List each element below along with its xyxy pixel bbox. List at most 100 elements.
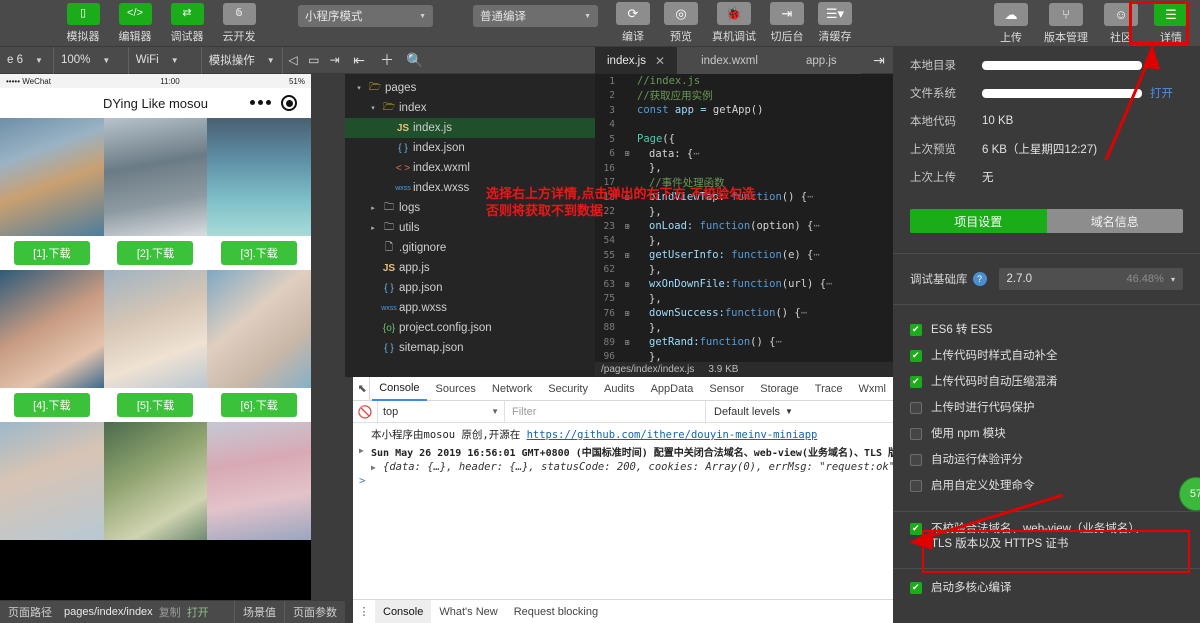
close-icon[interactable]: ✕: [655, 54, 665, 68]
devtools-tab-sensor[interactable]: Sensor: [702, 377, 751, 401]
toolbar-button-simulator[interactable]: ▯ 模拟器: [62, 3, 104, 44]
tree-item-app-json[interactable]: { }app.json: [345, 278, 595, 298]
help-icon[interactable]: ?: [973, 272, 987, 286]
photo-thumbnail[interactable]: [104, 422, 208, 540]
toolbar-action-compile[interactable]: ⟳ 编译: [612, 2, 654, 44]
code-editor[interactable]: 1//index.js2//获取应用实例3const app = getApp(…: [595, 74, 893, 377]
fold-toggle-icon[interactable]: ⊞: [621, 338, 633, 347]
devtools-tab-console[interactable]: Console: [372, 377, 426, 401]
tree-item-project-config-json[interactable]: {o}project.config.json: [345, 318, 595, 338]
tree-item-index-wxml[interactable]: < >index.wxml: [345, 158, 595, 178]
tree-item-app-js[interactable]: JSapp.js: [345, 258, 595, 278]
tree-item-pages[interactable]: ▾🗁pages: [345, 78, 595, 98]
toolbar-button-editor[interactable]: </> 编辑器: [114, 3, 156, 44]
clear-console-icon[interactable]: 🚫: [353, 405, 377, 419]
devtools-tab-appdata[interactable]: AppData: [644, 377, 701, 401]
tree-item-index[interactable]: ▾🗁index: [345, 98, 595, 118]
toolbar-action-preview[interactable]: ◎ 预览: [660, 2, 702, 44]
option-row[interactable]: 使用 npm 模块: [893, 427, 1200, 453]
tree-item-index-js[interactable]: JSindex.js: [345, 118, 595, 138]
photo-thumbnail[interactable]: [0, 118, 104, 236]
drawer-tab-what-s-new[interactable]: What's New: [431, 600, 505, 623]
console-log-row[interactable]: ▶ {data: {…}, header: {…}, statusCode: 2…: [353, 460, 893, 474]
add-file-icon[interactable]: ＋: [373, 47, 401, 74]
devtools-tab-trace[interactable]: Trace: [808, 377, 850, 401]
mode-select[interactable]: 小程序模式 ▼: [298, 5, 433, 27]
photo-thumbnail[interactable]: [207, 422, 311, 540]
toolbar-button-debugger[interactable]: ⇄ 调试器: [166, 3, 208, 44]
toolbar-action-version-control[interactable]: ⑂ 版本管理: [1040, 3, 1092, 45]
option-row[interactable]: 上传代码时自动压缩混淆: [893, 375, 1200, 401]
tree-item-index-wxss[interactable]: wxssindex.wxss: [345, 178, 595, 198]
console-message-link[interactable]: https://github.com/ithere/douyin-meinv-m…: [527, 429, 818, 441]
compile-select[interactable]: 普通编译 ▼: [473, 5, 598, 27]
network-select[interactable]: WiFi ▼: [129, 47, 202, 74]
mute-icon[interactable]: ◁: [283, 47, 304, 74]
chevron-right-icon[interactable]: ▸: [367, 204, 379, 212]
screen-icon[interactable]: ▭: [303, 47, 324, 74]
checkbox[interactable]: [910, 350, 922, 362]
expand-icon[interactable]: ▶: [371, 461, 383, 472]
console-context-select[interactable]: top ▼: [377, 401, 505, 422]
option-row[interactable]: 上传时进行代码保护: [893, 401, 1200, 427]
tab-domain-info[interactable]: 域名信息: [1047, 209, 1184, 233]
photo-thumbnail[interactable]: [0, 270, 104, 388]
open-path-link[interactable]: 打开: [187, 604, 209, 620]
console-log-row[interactable]: ▶ Sun May 26 2019 16:56:01 GMT+0800 (中国标…: [353, 443, 893, 460]
editor-tab-index-js[interactable]: index.js ✕: [595, 47, 677, 74]
checkbox[interactable]: [910, 324, 922, 336]
chevron-down-icon[interactable]: ▾: [353, 84, 365, 92]
download-button[interactable]: [3].下载: [221, 241, 297, 265]
scene-value-button[interactable]: 场景值: [235, 601, 285, 623]
checkbox[interactable]: [910, 480, 922, 492]
tab-project-settings[interactable]: 项目设置: [910, 209, 1047, 233]
chevron-down-icon[interactable]: ▾: [367, 104, 379, 112]
open-link[interactable]: 打开: [1150, 85, 1173, 101]
inspect-element-icon[interactable]: ⬉: [355, 377, 370, 400]
zoom-select[interactable]: 100% ▼: [54, 47, 129, 74]
checkbox[interactable]: [910, 454, 922, 466]
photo-thumbnail[interactable]: [104, 270, 208, 388]
detach-icon[interactable]: ⇥: [324, 47, 345, 74]
split-editor-icon[interactable]: ⇥: [865, 47, 893, 74]
devtools-tab-wxml[interactable]: Wxml: [852, 377, 894, 401]
option-multicore-compile[interactable]: 启动多核心编译: [893, 581, 1200, 607]
tree-item-app-wxss[interactable]: wxssapp.wxss: [345, 298, 595, 318]
toolbar-action-real-device-debug[interactable]: 🐞 真机调试: [708, 2, 760, 44]
fold-toggle-icon[interactable]: ⊞: [621, 309, 633, 318]
download-button[interactable]: [6].下载: [221, 393, 297, 417]
experience-score-badge[interactable]: 57: [1179, 477, 1200, 511]
toolbar-action-background[interactable]: ⇥ 切后台: [766, 2, 808, 44]
toolbar-action-details[interactable]: ☰ 详情: [1150, 3, 1192, 45]
checkbox[interactable]: [910, 428, 922, 440]
fold-toggle-icon[interactable]: ⊞: [621, 280, 633, 289]
option-row[interactable]: 启用自定义处理命令: [893, 479, 1200, 505]
devtools-tab-storage[interactable]: Storage: [753, 377, 806, 401]
toolbar-action-clear-cache[interactable]: ☰▾ 清缓存: [814, 2, 856, 44]
fold-toggle-icon[interactable]: ⊞: [621, 149, 633, 158]
console-filter-input[interactable]: Filter: [505, 406, 705, 418]
devtools-tab-network[interactable]: Network: [485, 377, 539, 401]
fold-toggle-icon[interactable]: ⊞: [621, 251, 633, 260]
download-button[interactable]: [5].下载: [117, 393, 193, 417]
photo-thumbnail[interactable]: [207, 270, 311, 388]
console-levels-select[interactable]: Default levels ▼: [705, 401, 793, 422]
editor-tab-index-wxml[interactable]: index.wxml: [677, 47, 782, 74]
collapse-panel-icon[interactable]: ⇤: [345, 47, 373, 74]
toolbar-button-cloud-dev[interactable]: 𝟞 云开发: [218, 3, 260, 44]
option-row[interactable]: ES6 转 ES5: [893, 323, 1200, 349]
kebab-menu-icon[interactable]: ⋮: [353, 605, 375, 618]
expand-icon[interactable]: ▶: [359, 444, 371, 455]
copy-path-link[interactable]: 复制: [159, 604, 181, 620]
fold-toggle-icon[interactable]: ⊞: [621, 222, 633, 231]
console-prompt[interactable]: >: [353, 474, 893, 487]
devtools-tab-security[interactable]: Security: [541, 377, 595, 401]
photo-thumbnail[interactable]: [207, 118, 311, 236]
option-skip-domain-check[interactable]: 不校验合法域名、web-view（业务域名）、TLS 版本以及 HTTPS 证书: [893, 516, 1200, 558]
photo-thumbnail[interactable]: [104, 118, 208, 236]
base-library-select[interactable]: 2.7.0 46.48% ▾: [999, 268, 1184, 290]
download-button[interactable]: [4].下载: [14, 393, 90, 417]
sim-action-select[interactable]: 模拟操作 ▼: [202, 47, 283, 74]
capsule-more-icon[interactable]: [250, 100, 271, 105]
editor-tab-app-js[interactable]: app.js: [782, 47, 861, 74]
